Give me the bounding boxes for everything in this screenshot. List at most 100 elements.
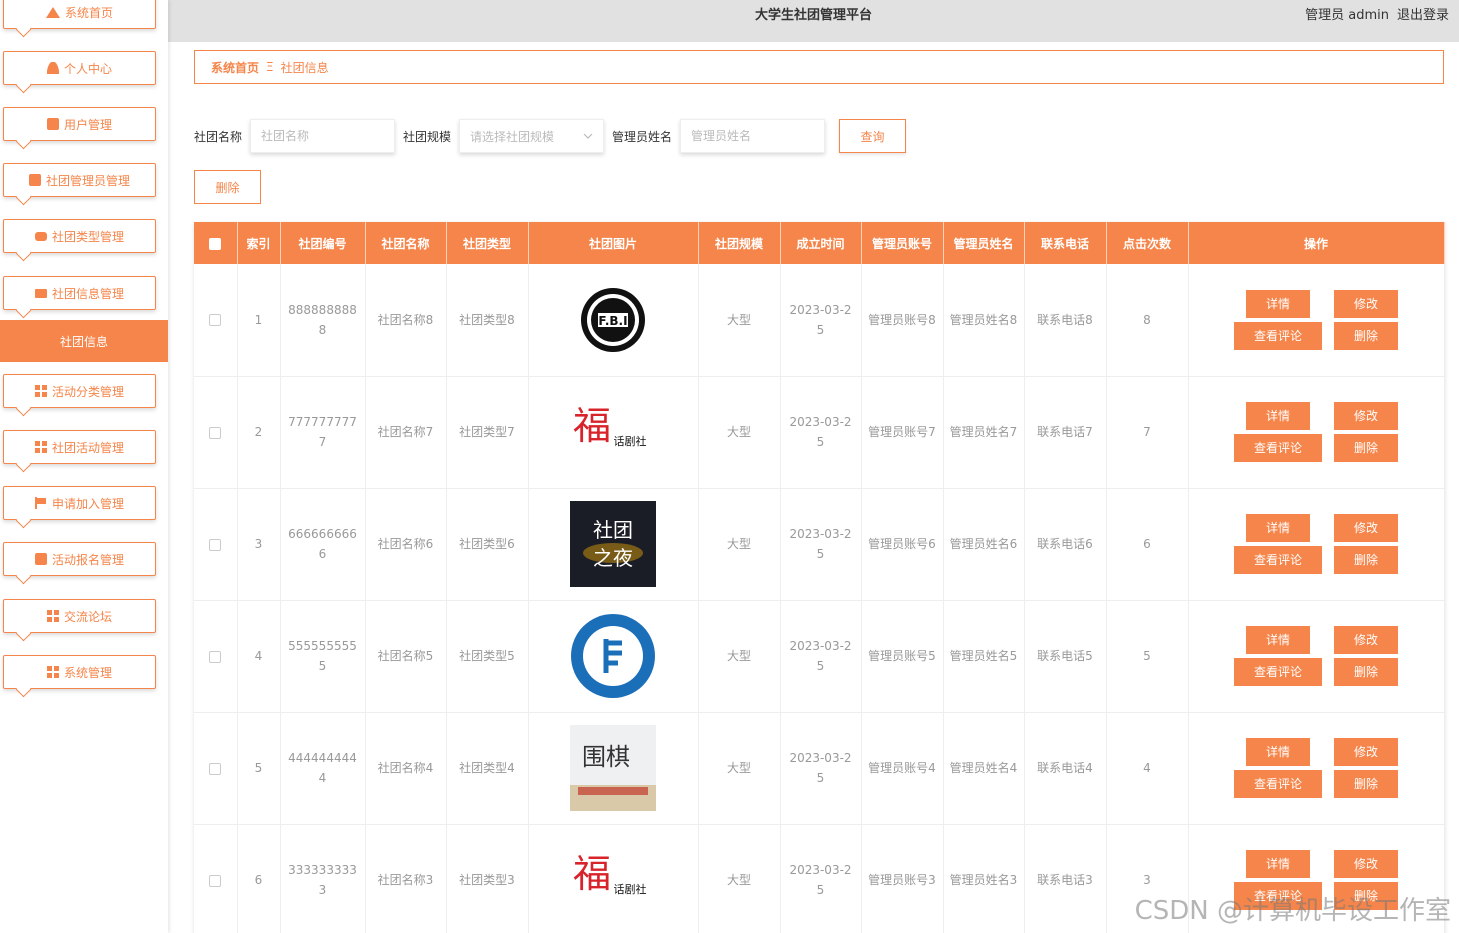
cell-phone: 联系电话4 bbox=[1024, 712, 1107, 825]
view-comments-button[interactable]: 查看评论 bbox=[1234, 434, 1322, 462]
sidebar-item-join-requests[interactable]: 申请加入管理 bbox=[3, 486, 156, 520]
sidebar-item-label: 活动分类管理 bbox=[51, 384, 124, 399]
club-scale-select[interactable]: 请选择社团规模 bbox=[459, 119, 605, 153]
club-image: F.B.I bbox=[570, 277, 656, 363]
club-name-label: 社团名称 bbox=[194, 129, 243, 144]
row-checkbox[interactable] bbox=[209, 762, 222, 775]
row-select-cell bbox=[194, 264, 238, 377]
delete-button[interactable]: 删除 bbox=[1334, 321, 1398, 350]
cell-image: 围棋 bbox=[528, 712, 699, 825]
view-comments-button[interactable]: 查看评论 bbox=[1234, 546, 1322, 574]
search-bar: 社团名称 社团规模 请选择社团规模 管理员姓名 查询 bbox=[194, 118, 907, 154]
sidebar-item-activity-categories[interactable]: 活动分类管理 bbox=[3, 374, 156, 408]
cell-type: 社团类型4 bbox=[446, 712, 529, 825]
svg-text:之夜: 之夜 bbox=[593, 546, 633, 570]
row-checkbox[interactable] bbox=[209, 874, 222, 887]
club-image: 福话剧社 bbox=[570, 389, 656, 475]
cell-index: 2 bbox=[237, 376, 281, 489]
edit-button[interactable]: 修改 bbox=[1334, 626, 1398, 654]
person-icon bbox=[46, 62, 59, 74]
cell-scale: 大型 bbox=[698, 376, 781, 489]
cell-admin-name: 管理员姓名7 bbox=[943, 376, 1025, 489]
svg-text:F.B.I: F.B.I bbox=[598, 314, 627, 328]
cell-type: 社团类型7 bbox=[446, 376, 529, 489]
cell-code: 5555555555 bbox=[280, 600, 366, 713]
cell-actions: 详情 修改 查看评论 删除 bbox=[1188, 376, 1445, 489]
delete-button[interactable]: 删除 bbox=[1334, 546, 1398, 574]
sidebar-item-label: 申请加入管理 bbox=[51, 496, 124, 511]
detail-button[interactable]: 详情 bbox=[1246, 289, 1310, 318]
club-name-input[interactable] bbox=[250, 119, 396, 153]
cell-date: 2023-03-25 bbox=[780, 376, 862, 489]
query-button[interactable]: 查询 bbox=[839, 119, 907, 153]
sidebar-item-activity-signups[interactable]: 活动报名管理 bbox=[3, 542, 156, 576]
row-checkbox[interactable] bbox=[209, 314, 222, 327]
view-comments-button[interactable]: 查看评论 bbox=[1234, 658, 1322, 686]
edit-button[interactable]: 修改 bbox=[1334, 850, 1398, 878]
sidebar-item-club-admins[interactable]: 社团管理员管理 bbox=[3, 163, 156, 197]
sidebar-item-label: 系统首页 bbox=[64, 5, 113, 20]
header-code: 社团编号 bbox=[280, 222, 366, 264]
delete-button[interactable]: 删除 bbox=[1334, 770, 1398, 798]
sidebar-item-club-types[interactable]: 社团类型管理 bbox=[3, 219, 156, 253]
cell-type: 社团类型5 bbox=[446, 600, 529, 713]
edit-button[interactable]: 修改 bbox=[1334, 289, 1398, 318]
club-image: 围棋 bbox=[570, 725, 656, 811]
edit-button[interactable]: 修改 bbox=[1334, 402, 1398, 430]
admin-name-input[interactable] bbox=[680, 119, 826, 153]
sidebar-item-system[interactable]: 系统管理 bbox=[3, 655, 156, 689]
delete-button[interactable]: 删除 bbox=[1334, 658, 1398, 686]
row-checkbox[interactable] bbox=[209, 426, 222, 439]
cell-admin-account: 管理员账号7 bbox=[861, 376, 944, 489]
breadcrumb-current: 社团信息 bbox=[280, 60, 329, 75]
cell-admin-account: 管理员账号3 bbox=[861, 824, 944, 933]
cell-index: 5 bbox=[237, 712, 281, 825]
cell-index: 4 bbox=[237, 600, 281, 713]
sidebar-item-club-activities[interactable]: 社团活动管理 bbox=[3, 430, 156, 464]
cell-name: 社团名称6 bbox=[365, 488, 447, 601]
top-header: 大学生社团管理平台 管理员 admin 退出登录 bbox=[168, 0, 1459, 42]
cell-code: 8888888888 bbox=[280, 264, 366, 377]
breadcrumb-home[interactable]: 系统首页 bbox=[211, 59, 259, 76]
detail-button[interactable]: 详情 bbox=[1246, 738, 1310, 766]
cell-scale: 大型 bbox=[698, 264, 781, 377]
edit-button[interactable]: 修改 bbox=[1334, 514, 1398, 542]
batch-delete-button[interactable]: 删除 bbox=[194, 170, 261, 204]
detail-button[interactable]: 详情 bbox=[1246, 402, 1310, 430]
cell-image bbox=[528, 600, 699, 713]
detail-button[interactable]: 详情 bbox=[1246, 514, 1310, 542]
sidebar-item-home[interactable]: 系统首页 bbox=[3, 0, 156, 29]
header-admin-name: 管理员姓名 bbox=[943, 222, 1025, 264]
row-select-cell bbox=[194, 712, 238, 825]
delete-button[interactable]: 删除 bbox=[1334, 434, 1398, 462]
view-comments-button[interactable]: 查看评论 bbox=[1234, 770, 1322, 798]
cell-scale: 大型 bbox=[698, 824, 781, 933]
detail-button[interactable]: 详情 bbox=[1246, 850, 1310, 878]
sidebar-item-label: 社团管理员管理 bbox=[45, 173, 130, 188]
edit-button[interactable]: 修改 bbox=[1334, 738, 1398, 766]
header-actions: 操作 bbox=[1188, 222, 1445, 264]
sidebar-item-forum[interactable]: 交流论坛 bbox=[3, 599, 156, 633]
sidebar-item-label: 社团活动管理 bbox=[51, 440, 124, 455]
cell-actions: 详情 修改 查看评论 删除 bbox=[1188, 600, 1445, 713]
row-checkbox[interactable] bbox=[209, 650, 222, 663]
sidebar-item-profile[interactable]: 个人中心 bbox=[3, 51, 156, 85]
logout-link[interactable]: 退出登录 bbox=[1397, 8, 1449, 23]
cell-admin-account: 管理员账号5 bbox=[861, 600, 944, 713]
row-select-cell bbox=[194, 488, 238, 601]
sidebar: 系统首页 个人中心 用户管理 社团管理员管理 社团类型管理 社团信息管理 社团信… bbox=[0, 0, 168, 933]
sidebar-subitem-club-info[interactable]: 社团信息 bbox=[0, 320, 168, 362]
breadcrumb: 系统首页 Ξ 社团信息 bbox=[194, 50, 1444, 84]
sidebar-item-users[interactable]: 用户管理 bbox=[3, 107, 156, 141]
cell-date: 2023-03-25 bbox=[780, 600, 862, 713]
detail-button[interactable]: 详情 bbox=[1246, 626, 1310, 654]
row-checkbox[interactable] bbox=[209, 538, 222, 551]
select-all-checkbox[interactable] bbox=[209, 237, 222, 250]
svg-text:话剧社: 话剧社 bbox=[614, 882, 647, 896]
sidebar-item-club-info[interactable]: 社团信息管理 bbox=[3, 276, 156, 310]
view-comments-button[interactable]: 查看评论 bbox=[1234, 321, 1322, 350]
grid-icon bbox=[34, 385, 47, 397]
sidebar-item-label: 社团类型管理 bbox=[51, 229, 124, 244]
header-admin-account: 管理员账号 bbox=[861, 222, 944, 264]
sidebar-item-label: 用户管理 bbox=[63, 117, 112, 132]
